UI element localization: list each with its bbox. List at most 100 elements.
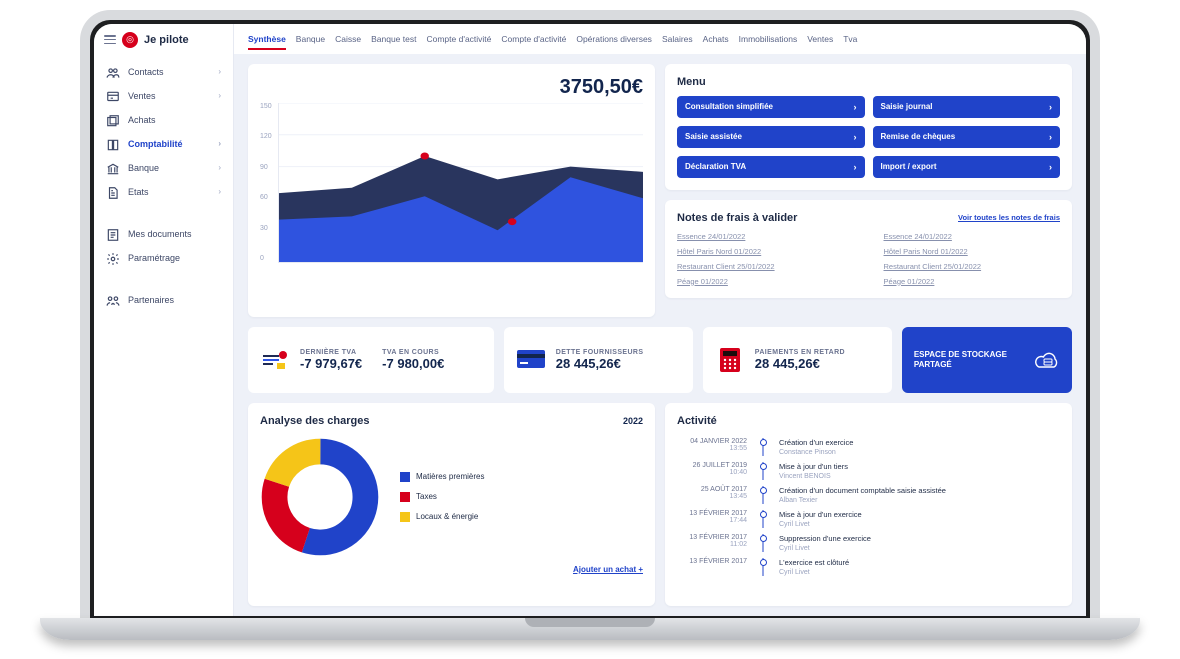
tab-4[interactable]: Compte d'activité [426, 34, 491, 50]
chevron-right-icon: › [854, 162, 857, 172]
timeline-dot-icon [760, 559, 767, 566]
menu-btn-0[interactable]: Consultation simplifiée› [677, 96, 865, 118]
docs-icon [106, 228, 120, 240]
sidebar-item-label: Ventes [128, 91, 156, 101]
compta-icon [106, 138, 120, 150]
chevron-right-icon: › [1049, 102, 1052, 112]
sidebar-item-label: Etats [128, 187, 149, 197]
sidebar-item-label: Banque [128, 163, 159, 173]
cloud-icon [1033, 347, 1060, 373]
note-link[interactable]: Péage 01/2022 [884, 277, 1061, 286]
legend-item: Matières premières [400, 472, 484, 482]
chevron-right-icon: › [218, 139, 221, 148]
activity-item[interactable]: 13 FÉVRIER 201711:02Suppression d'une ex… [677, 531, 1060, 555]
kpi-tva[interactable]: DERNIÈRE TVA-7 979,67€ TVA EN COURS-7 98… [248, 327, 494, 393]
sidebar-item-label: Partenaires [128, 295, 174, 305]
charges-year: 2022 [623, 416, 643, 426]
chevron-right-icon: › [854, 102, 857, 112]
sidebar-item-label: Achats [128, 115, 156, 125]
menu-btn-4[interactable]: Déclaration TVA› [677, 156, 865, 178]
sidebar-item-partenaires[interactable]: Partenaires [94, 288, 233, 312]
chevron-right-icon: › [1049, 162, 1052, 172]
tab-0[interactable]: Synthèse [248, 34, 286, 50]
activity-item[interactable]: 13 FÉVRIER 201717:44Mise à jour d'un exe… [677, 507, 1060, 531]
sidebar-item-ventes[interactable]: Ventes › [94, 84, 233, 108]
timeline-dot-icon [760, 535, 767, 542]
brand-logo: ◎ [122, 32, 138, 48]
top-tabs: Synthèse Banque Caisse Banque test Compte d'… [234, 24, 1086, 54]
tab-7[interactable]: Salaires [662, 34, 693, 50]
note-link[interactable]: Restaurant Client 25/01/2022 [677, 262, 854, 271]
sidebar-item-label: Comptabilité [128, 139, 183, 149]
notes-title: Notes de frais à valider [677, 212, 797, 224]
note-link[interactable]: Hôtel Paris Nord 01/2022 [677, 247, 854, 256]
main: Synthèse Banque Caisse Banque test Compte d'… [234, 24, 1086, 616]
tab-2[interactable]: Caisse [335, 34, 361, 50]
add-purchase-link[interactable]: Ajouter un achat + [260, 565, 643, 574]
invoice-icon [260, 347, 290, 373]
kpi-label: DERNIÈRE TVA [300, 349, 362, 356]
menu-btn-5[interactable]: Import / export› [873, 156, 1061, 178]
chevron-right-icon: › [218, 91, 221, 100]
kpi-value: 28 445,26€ [755, 356, 845, 371]
sidebar: ◎ Je pilote Contacts›Ventes›AchatsCompta… [94, 24, 234, 616]
menu-btn-2[interactable]: Saisie assistée› [677, 126, 865, 148]
tab-11[interactable]: Tva [843, 34, 857, 50]
timeline-dot-icon [760, 511, 767, 518]
menu-card: Menu Consultation simplifiée›Saisie jour… [665, 64, 1072, 190]
sidebar-item-mesdocuments[interactable]: Mes documents [94, 222, 233, 246]
ventes-icon [106, 90, 120, 102]
timeline-dot-icon [760, 487, 767, 494]
sidebar-item-label: Contacts [128, 67, 164, 77]
activity-item[interactable]: 04 JANVIER 202213:55Création d'un exerci… [677, 435, 1060, 459]
legend-item: Locaux & énergie [400, 512, 484, 522]
menu-btn-3[interactable]: Remise de chèques› [873, 126, 1061, 148]
param-icon [106, 252, 120, 264]
tab-9[interactable]: Immobilisations [739, 34, 798, 50]
note-link[interactable]: Restaurant Client 25/01/2022 [884, 262, 1061, 271]
menu-btn-1[interactable]: Saisie journal› [873, 96, 1061, 118]
notes-card: Notes de frais à valider Voir toutes les… [665, 200, 1072, 298]
kpi-debt[interactable]: DETTE FOURNISSEURS28 445,26€ [504, 327, 693, 393]
tab-10[interactable]: Ventes [807, 34, 833, 50]
kpi-late[interactable]: PAIEMENTS EN RETARD28 445,26€ [703, 327, 892, 393]
notes-viewall-link[interactable]: Voir toutes les notes de frais [958, 213, 1060, 222]
calculator-icon [715, 347, 745, 373]
menu-icon[interactable] [104, 35, 116, 44]
kpi-label: TVA EN COURS [382, 349, 444, 356]
etats-icon [106, 186, 120, 198]
achats-icon [106, 114, 120, 126]
note-link[interactable]: Hôtel Paris Nord 01/2022 [884, 247, 1061, 256]
sidebar-item-paramtrage[interactable]: Paramétrage [94, 246, 233, 270]
note-link[interactable]: Péage 01/2022 [677, 277, 854, 286]
tab-6[interactable]: Opérations diverses [576, 34, 652, 50]
sidebar-item-etats[interactable]: Etats› [94, 180, 233, 204]
activity-item[interactable]: 13 FÉVRIER 2017L'exercice est clôturéCyr… [677, 555, 1060, 579]
storage-button[interactable]: ESPACE DE STOCKAGE PARTAGÉ [902, 327, 1072, 393]
balance-card: 3750,50€ 1501209060300 [248, 64, 655, 318]
note-link[interactable]: Essence 24/01/2022 [884, 232, 1061, 241]
kpi-value: -7 979,67€ [300, 356, 362, 371]
tab-1[interactable]: Banque [296, 34, 325, 50]
sidebar-item-achats[interactable]: Achats [94, 108, 233, 132]
charges-card: Analyse des charges 2022 Mati [248, 403, 655, 606]
users-icon [106, 66, 120, 78]
activity-item[interactable]: 26 JUILLET 201910:40Mise à jour d'un tie… [677, 459, 1060, 483]
tab-8[interactable]: Achats [703, 34, 729, 50]
sidebar-item-banque[interactable]: Banque › [94, 156, 233, 180]
sidebar-item-contacts[interactable]: Contacts› [94, 60, 233, 84]
part-icon [106, 294, 120, 306]
sidebar-item-label: Paramétrage [128, 253, 180, 263]
chevron-right-icon: › [1049, 132, 1052, 142]
tab-5[interactable]: Compte d'activité [501, 34, 566, 50]
area-chart: 1501209060300 [260, 103, 643, 263]
note-link[interactable]: Essence 24/01/2022 [677, 232, 854, 241]
chevron-right-icon: › [218, 163, 221, 172]
tab-3[interactable]: Banque test [371, 34, 416, 50]
banque-icon [106, 162, 120, 174]
activity-item[interactable]: 25 AOÛT 201713:45Création d'un document … [677, 483, 1060, 507]
card-icon [516, 347, 546, 373]
brand-name: Je pilote [144, 34, 189, 46]
sidebar-item-label: Mes documents [128, 229, 192, 239]
sidebar-item-comptabilit[interactable]: Comptabilité › [94, 132, 233, 156]
